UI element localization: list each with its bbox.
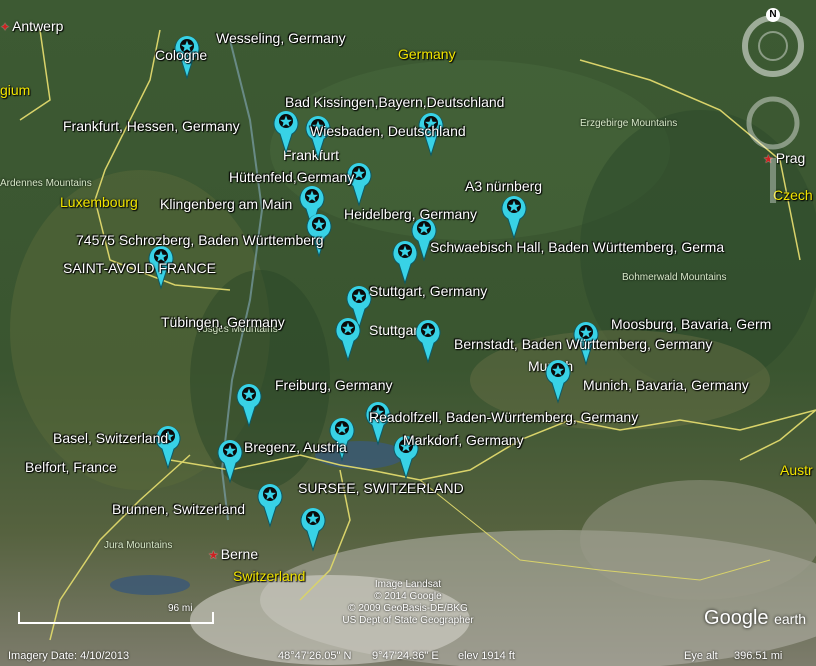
- region-erzgebirge: Erzgebirge Mountains: [580, 118, 678, 129]
- latitude-readout: 48°47'26.05" N: [278, 650, 352, 662]
- placemark-label[interactable]: Wesseling, Germany: [216, 30, 346, 46]
- compass-north-icon[interactable]: N: [766, 8, 780, 22]
- placemark-pin-icon[interactable]: [501, 194, 527, 240]
- placemark-pin-icon[interactable]: [545, 358, 571, 404]
- country-luxembourg: Luxembourg: [60, 194, 138, 210]
- elevation-readout: elev 1914 ft: [458, 650, 515, 662]
- scale-label: 96 mi: [168, 603, 193, 614]
- placemark-label[interactable]: A3 nürnberg: [465, 178, 542, 194]
- imagery-credits: Image Landsat © 2014 Google © 2009 GeoBa…: [342, 579, 474, 626]
- placemark-label[interactable]: Schwaebisch Hall, Baden Württemberg, Ger…: [430, 239, 724, 255]
- placemark-label[interactable]: Frankfurt, Hessen, Germany: [63, 118, 240, 134]
- country-belgium: gium: [0, 82, 31, 98]
- imagery-date: Imagery Date: 4/10/2013: [8, 650, 130, 662]
- region-bohmerwald: Bohmerwald Mountains: [622, 272, 727, 283]
- region-ardennes: Ardennes Mountains: [0, 178, 92, 189]
- placemark-label[interactable]: 74575 Schrozberg, Baden Württemberg: [76, 232, 323, 248]
- compass-ring-icon[interactable]: [738, 8, 808, 208]
- placemark-pin-icon[interactable]: [273, 109, 299, 155]
- placemark-pin-icon[interactable]: [300, 506, 326, 552]
- eye-alt-value: 396.51 mi: [734, 650, 783, 662]
- country-switzerland: Switzerland: [233, 568, 306, 584]
- placemark-pin-icon[interactable]: [217, 438, 243, 484]
- country-germany: Germany: [398, 46, 456, 62]
- navigation-controls[interactable]: N: [738, 8, 808, 208]
- status-bar: Imagery Date: 4/10/2013 48°47'26.05" N 9…: [0, 646, 816, 666]
- placemark-label[interactable]: SURSEE, SWITZERLAND: [298, 480, 464, 496]
- placemark-pin-icon[interactable]: [392, 239, 418, 285]
- placemark-label[interactable]: Bregenz, Austria: [244, 439, 347, 455]
- placemark-label[interactable]: Bad Kissingen,Bayern,Deutschland: [285, 94, 504, 110]
- placemark-label[interactable]: Belfort, France: [25, 459, 117, 475]
- placemark-label[interactable]: Basel, Switzerland: [53, 430, 168, 446]
- placemark-label[interactable]: Klingenberg am Main: [160, 196, 292, 212]
- placemark-label[interactable]: Moosburg, Bavaria, Germ: [611, 316, 771, 332]
- placemark-label[interactable]: Freiburg, Germany: [275, 377, 392, 393]
- google-earth-logo: Google earth: [704, 607, 806, 629]
- longitude-readout: 9°47'24.36" E: [372, 650, 439, 662]
- placemark-label[interactable]: Tübingen, Germany: [161, 314, 285, 330]
- placemark-label[interactable]: Markdorf, Germany: [403, 432, 524, 448]
- region-jura: Jura Mountains: [104, 540, 173, 551]
- city-antwerp: ✦ Antwerp: [0, 18, 64, 34]
- placemark-label[interactable]: Brunnen, Switzerland: [112, 501, 245, 517]
- placemark-label[interactable]: Hüttenfeld,Germany: [229, 169, 354, 185]
- placemark-label[interactable]: Wiesbaden, Deutschland: [310, 123, 466, 139]
- city-berne: ★ Berne: [208, 546, 259, 562]
- placemark-pin-icon[interactable]: [335, 316, 361, 362]
- placemark-pin-icon[interactable]: [257, 482, 283, 528]
- city-marker-icon: ✦: [0, 20, 11, 34]
- capital-star-icon: ★: [208, 548, 219, 562]
- placemark-pin-icon[interactable]: [236, 382, 262, 428]
- map-view[interactable]: Germany Luxembourg Switzerland gium Czec…: [0, 0, 816, 666]
- placemark-label[interactable]: Cologne: [155, 47, 207, 63]
- placemark-label[interactable]: Munich, Bavaria, Germany: [583, 377, 749, 393]
- placemark-pin-icon[interactable]: [415, 318, 441, 364]
- placemark-label[interactable]: Heidelberg, Germany: [344, 206, 477, 222]
- city-stuttgart: Stuttgart: [369, 322, 422, 338]
- placemark-label[interactable]: Stuttgart, Germany: [369, 283, 487, 299]
- placemark-label[interactable]: Bernstadt, Baden Württemberg, Germany: [454, 336, 712, 352]
- placemark-label[interactable]: Readolfzell, Baden-Würrtemberg, Germany: [369, 409, 638, 425]
- eye-alt-label: Eye alt: [684, 650, 718, 662]
- placemark-label[interactable]: SAINT-AVOLD FRANCE: [63, 260, 216, 276]
- country-austria: Austr: [780, 462, 813, 478]
